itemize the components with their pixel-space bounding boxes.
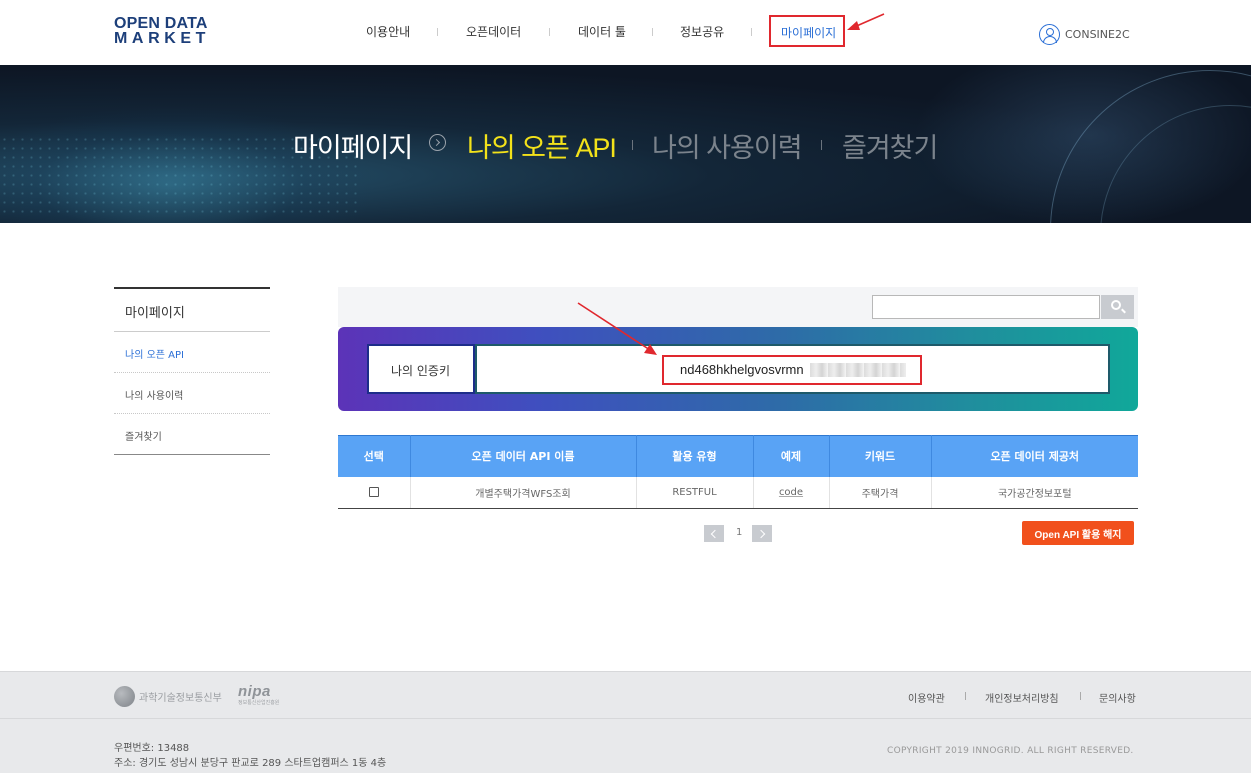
- ministry-name: 과학기술정보통신부: [139, 692, 222, 704]
- nav-separator: [549, 28, 550, 36]
- sidebar: 마이페이지 나의 오픈 API 나의 사용이력 즐겨찾기: [114, 287, 270, 455]
- cancel-open-api-button[interactable]: Open API 활용 해지: [1022, 521, 1134, 545]
- user-name: CONSINE2C: [1065, 27, 1130, 41]
- sidebar-item-favorites[interactable]: 즐겨찾기: [114, 414, 270, 455]
- search-input[interactable]: [872, 295, 1100, 319]
- breadcrumb-separator: [821, 140, 822, 150]
- nav-item-mypage[interactable]: 마이페이지: [781, 24, 836, 41]
- column-header-provider: 오픈 데이터 제공처: [931, 435, 1138, 477]
- footer-link-separator: [1080, 692, 1081, 700]
- footer-bottom: 우편번호: 13488 주소: 경기도 성남시 분당구 판교로 289 스타트업…: [0, 719, 1251, 773]
- column-header-usage-type: 활용 유형: [636, 435, 754, 477]
- user-menu[interactable]: CONSINE2C: [1039, 23, 1130, 45]
- nipa-logo: nipa: [238, 683, 271, 700]
- breadcrumb-usage-history[interactable]: 나의 사용이력: [652, 126, 803, 165]
- footer-link-privacy[interactable]: 개인정보처리방침: [985, 690, 1059, 705]
- table-row: 개별주택가격WFS조회 RESTFUL code 주택가격 국가공간정보포털: [338, 476, 1138, 509]
- site-header: OPEN DATA MARKET 이용안내 오픈데이터 데이터 툴 정보공유 마…: [0, 0, 1251, 65]
- chevron-left-icon[interactable]: [704, 525, 724, 542]
- footer-link-separator: [965, 692, 966, 700]
- breadcrumb-home[interactable]: 마이페이지: [293, 126, 413, 165]
- sidebar-title: 마이페이지: [114, 287, 270, 332]
- row-keyword: 주택가격: [829, 476, 932, 509]
- nav-separator: [437, 28, 438, 36]
- search-bar: [338, 287, 1138, 327]
- auth-key-value[interactable]: nd468hkhelgvosvrmn: [680, 362, 804, 377]
- ministry-emblem-icon: [114, 685, 135, 707]
- logo-line1: OPEN DATA: [114, 15, 208, 32]
- nav-item-open-data[interactable]: 오픈데이터: [466, 23, 521, 40]
- row-api-name: 개별주택가격WFS조회: [410, 476, 637, 509]
- footer-copyright: COPYRIGHT 2019 INNOGRID. ALL RIGHT RESER…: [887, 746, 1134, 756]
- nav-item-info-share[interactable]: 정보공유: [680, 23, 724, 40]
- footer-address: 주소: 경기도 성남시 분당구 판교로 289 스타트업캠퍼스 1동 4층: [114, 758, 387, 769]
- chevron-right-icon[interactable]: [752, 525, 772, 542]
- row-usage-type: RESTFUL: [636, 476, 754, 509]
- breadcrumb-favorites[interactable]: 즐겨찾기: [842, 126, 938, 165]
- breadcrumb-my-open-api[interactable]: 나의 오픈 API: [467, 126, 617, 165]
- nav-separator: [751, 28, 752, 36]
- search-icon: [1111, 300, 1121, 310]
- row-provider: 국가공간정보포털: [931, 476, 1138, 509]
- nav-item-mypage-highlight[interactable]: 마이페이지: [769, 15, 845, 47]
- nav-separator: [652, 28, 653, 36]
- footer-address-block: 우편번호: 13488 주소: 경기도 성남시 분당구 판교로 289 스타트업…: [114, 741, 386, 771]
- page-banner: 마이페이지 나의 오픈 API 나의 사용이력 즐겨찾기: [0, 65, 1251, 223]
- column-header-example: 예제: [753, 435, 830, 477]
- page: OPEN DATA MARKET 이용안내 오픈데이터 데이터 툴 정보공유 마…: [0, 0, 1251, 773]
- row-checkbox[interactable]: [368, 486, 379, 497]
- auth-key-redaction: [810, 363, 906, 377]
- sidebar-item-my-open-api[interactable]: 나의 오픈 API: [114, 332, 270, 373]
- ministry-logo-group[interactable]: 과학기술정보통신부: [114, 685, 222, 707]
- search-button[interactable]: [1101, 295, 1134, 319]
- row-example-link[interactable]: code: [779, 487, 803, 498]
- column-header-keyword: 키워드: [829, 435, 932, 477]
- open-api-table: 선택 오픈 데이터 API 이름 활용 유형 예제 키워드 오픈 데이터 제공처…: [338, 435, 1138, 509]
- page-number[interactable]: 1: [736, 527, 742, 538]
- sidebar-item-usage-history[interactable]: 나의 사용이력: [114, 373, 270, 414]
- site-logo[interactable]: OPEN DATA MARKET: [114, 15, 211, 47]
- chevron-right-circle-icon: [429, 134, 446, 151]
- footer-top: 과학기술정보통신부 nipa 정보통신산업진흥원 이용약관 개인정보처리방침 문…: [0, 671, 1251, 719]
- column-header-select: 선택: [338, 435, 411, 477]
- auth-key-label: 나의 인증키: [391, 364, 451, 378]
- footer-postal: 우편번호: 13488: [114, 743, 190, 754]
- table-header-row: 선택 오픈 데이터 API 이름 활용 유형 예제 키워드 오픈 데이터 제공처: [338, 435, 1138, 477]
- nav-item-data-tool[interactable]: 데이터 툴: [578, 23, 626, 40]
- nipa-subtitle: 정보통신산업진흥원: [238, 700, 280, 706]
- nav-item-guide[interactable]: 이용안내: [366, 23, 410, 40]
- user-icon: [1039, 23, 1060, 45]
- footer-link-contact[interactable]: 문의사항: [1099, 690, 1136, 705]
- auth-key-label-box: 나의 인증키: [367, 344, 475, 394]
- breadcrumb-separator: [632, 140, 633, 150]
- nipa-logo-group[interactable]: nipa 정보통신산업진흥원: [238, 681, 279, 706]
- row-select-cell: [338, 476, 411, 509]
- logo-line2: MARKET: [114, 30, 211, 47]
- row-example-cell: code: [753, 476, 830, 509]
- footer-link-terms[interactable]: 이용약관: [908, 690, 945, 705]
- column-header-api-name: 오픈 데이터 API 이름: [410, 435, 637, 477]
- auth-key-panel: 나의 인증키 nd468hkhelgvosvrmn: [338, 327, 1138, 411]
